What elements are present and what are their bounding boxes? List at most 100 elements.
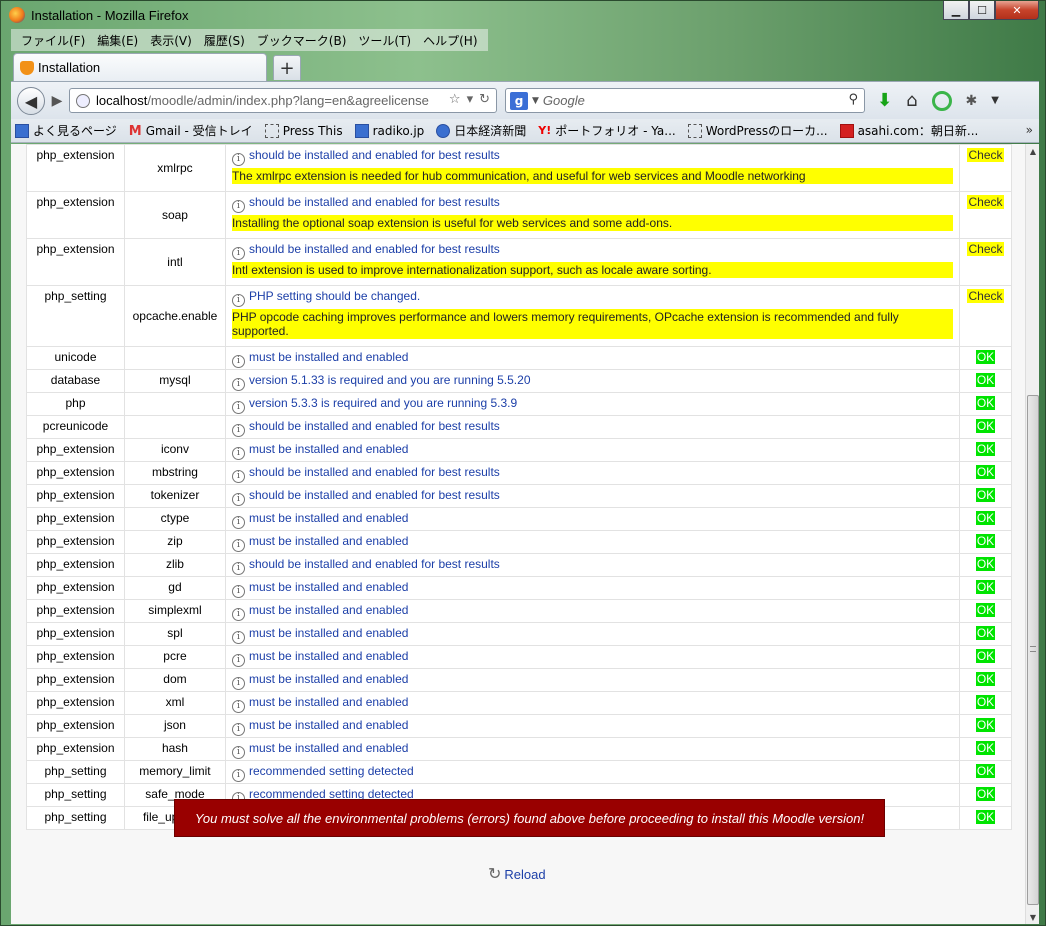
- info-icon[interactable]: i: [231, 294, 245, 307]
- title-bar: Installation - Mozilla Firefox ▁ ☐ ✕: [1, 1, 1045, 29]
- info-icon[interactable]: i: [231, 493, 245, 506]
- bookmarks-overflow-button[interactable]: »: [1026, 123, 1033, 137]
- reload-label: Reload: [504, 866, 546, 882]
- info-icon[interactable]: i: [231, 769, 245, 782]
- info-icon[interactable]: i: [231, 723, 245, 736]
- row-name-cell: soap: [123, 191, 226, 239]
- bookmark-label: radiko.jp: [372, 123, 425, 138]
- info-icon[interactable]: i: [231, 539, 245, 552]
- row-type: php_setting: [44, 810, 107, 824]
- menu-file[interactable]: ファイル(F): [15, 32, 91, 49]
- row-type-cell: unicode: [26, 346, 125, 370]
- yahoo-icon: Y!: [538, 123, 552, 137]
- new-tab-button[interactable]: +: [273, 55, 301, 80]
- maximize-button[interactable]: ☐: [969, 1, 995, 20]
- info-icon[interactable]: i: [231, 470, 245, 483]
- info-icon[interactable]: i: [231, 447, 245, 460]
- environment-row: php_extension iconv i must be installed and…: [26, 438, 1013, 462]
- forward-button[interactable]: ▶: [47, 91, 67, 111]
- scroll-down-arrow-icon[interactable]: ▼: [1026, 910, 1040, 924]
- minimize-button[interactable]: ▁: [943, 1, 969, 20]
- row-status-cell: OK: [958, 806, 1013, 830]
- site-identity-icon[interactable]: [76, 93, 90, 108]
- info-icon[interactable]: i: [231, 746, 245, 759]
- close-button[interactable]: ✕: [995, 1, 1039, 20]
- bookmark-item[interactable]: よく見るページ: [15, 122, 117, 139]
- search-placeholder: Google: [542, 93, 585, 108]
- row-status-cell: OK: [958, 415, 1013, 439]
- bookmark-item[interactable]: 日本経済新聞: [436, 122, 526, 139]
- row-type-cell: php_setting: [26, 783, 125, 807]
- info-icon[interactable]: i: [231, 631, 245, 644]
- bookmark-item[interactable]: M Gmail - 受信トレイ: [129, 122, 253, 139]
- firebug-icon[interactable]: ✱: [966, 93, 978, 109]
- info-icon[interactable]: i: [231, 677, 245, 690]
- star-icon[interactable]: ☆: [449, 92, 461, 107]
- reload-link[interactable]: ↻ Reload: [488, 864, 546, 884]
- info-icon[interactable]: i: [231, 516, 245, 529]
- back-button[interactable]: ◀: [17, 87, 45, 115]
- info-icon[interactable]: i: [231, 401, 245, 414]
- info-icon[interactable]: i: [231, 153, 245, 166]
- environment-row: php_extension mbstring i should be installe…: [26, 461, 1013, 485]
- extension-icon[interactable]: [931, 90, 952, 111]
- tab-installation[interactable]: Installation: [13, 53, 267, 81]
- info-icon[interactable]: i: [231, 654, 245, 667]
- row-type-cell: php_extension: [26, 191, 125, 239]
- bookmark-item[interactable]: Y! ポートフォリオ - Ya...: [538, 122, 675, 139]
- row-message: should be installed and enabled for best…: [248, 195, 500, 209]
- status-badge: OK: [975, 488, 996, 502]
- scrollbar-thumb[interactable]: [1027, 395, 1039, 905]
- home-icon[interactable]: ⌂: [906, 90, 917, 111]
- info-icon[interactable]: i: [231, 247, 245, 260]
- bookmark-item[interactable]: WordPressのローカ...: [687, 122, 828, 139]
- info-icon[interactable]: i: [231, 355, 245, 368]
- menu-view[interactable]: 表示(V): [144, 32, 198, 49]
- row-message: must be installed and enabled: [248, 350, 409, 364]
- info-icon[interactable]: i: [231, 700, 245, 713]
- download-icon[interactable]: ⬇: [877, 90, 892, 111]
- menu-help[interactable]: ヘルプ(H): [417, 32, 483, 49]
- info-icon[interactable]: i: [231, 585, 245, 598]
- bookmark-item[interactable]: Press This: [264, 123, 343, 138]
- status-badge: Check: [967, 195, 1004, 209]
- bookmark-item[interactable]: asahi.com：朝日新...: [839, 122, 978, 139]
- menu-history[interactable]: 履歴(S): [198, 32, 251, 49]
- reload-icon: ↻: [488, 866, 502, 883]
- bookmark-item[interactable]: radiko.jp: [354, 123, 425, 138]
- row-message: should be installed and enabled for best…: [248, 488, 500, 502]
- row-name: intl: [167, 254, 183, 269]
- vertical-scrollbar[interactable]: ▲ ▼: [1025, 144, 1039, 924]
- environment-row: php_extension zip i must be installed and e…: [26, 530, 1013, 554]
- reload-icon[interactable]: ↻: [479, 92, 490, 107]
- scroll-up-arrow-icon[interactable]: ▲: [1026, 144, 1040, 158]
- toolbar-menu-icon[interactable]: ▼: [991, 95, 999, 106]
- url-text[interactable]: localhost/moodle/admin/index.php?lang=en…: [96, 93, 436, 108]
- row-message: should be installed and enabled for best…: [248, 557, 500, 571]
- info-icon[interactable]: i: [231, 562, 245, 575]
- search-bar[interactable]: g ▼ Google ⚲: [505, 88, 865, 113]
- dropdown-arrow-icon[interactable]: ▾: [467, 92, 474, 107]
- search-icon[interactable]: ⚲: [848, 92, 858, 107]
- row-name: zlib: [165, 557, 184, 571]
- row-message: PHP setting should be changed.: [248, 289, 421, 303]
- row-name: mbstring: [151, 465, 198, 479]
- row-report-cell: i must be installed and enabled: [224, 346, 960, 370]
- menu-edit[interactable]: 編集(E): [91, 32, 144, 49]
- menu-bookmarks[interactable]: ブックマーク(B): [251, 32, 353, 49]
- info-icon[interactable]: i: [231, 200, 245, 213]
- google-icon[interactable]: g: [510, 91, 528, 110]
- row-type: php_setting: [44, 289, 107, 303]
- environment-row: php_extension gd i must be installed and en…: [26, 576, 1013, 600]
- row-type: php_extension: [36, 442, 115, 456]
- url-bar[interactable]: localhost/moodle/admin/index.php?lang=en…: [69, 88, 497, 113]
- row-name: ctype: [160, 511, 190, 525]
- info-icon[interactable]: i: [231, 608, 245, 621]
- search-engine-dropdown-icon[interactable]: ▼: [532, 96, 539, 106]
- info-icon[interactable]: i: [231, 378, 245, 391]
- bookmark-label: WordPressのローカ...: [705, 124, 828, 138]
- menu-tools[interactable]: ツール(T): [352, 32, 417, 49]
- row-name: dom: [163, 672, 187, 686]
- row-type-cell: php_extension: [26, 484, 125, 508]
- info-icon[interactable]: i: [231, 424, 245, 437]
